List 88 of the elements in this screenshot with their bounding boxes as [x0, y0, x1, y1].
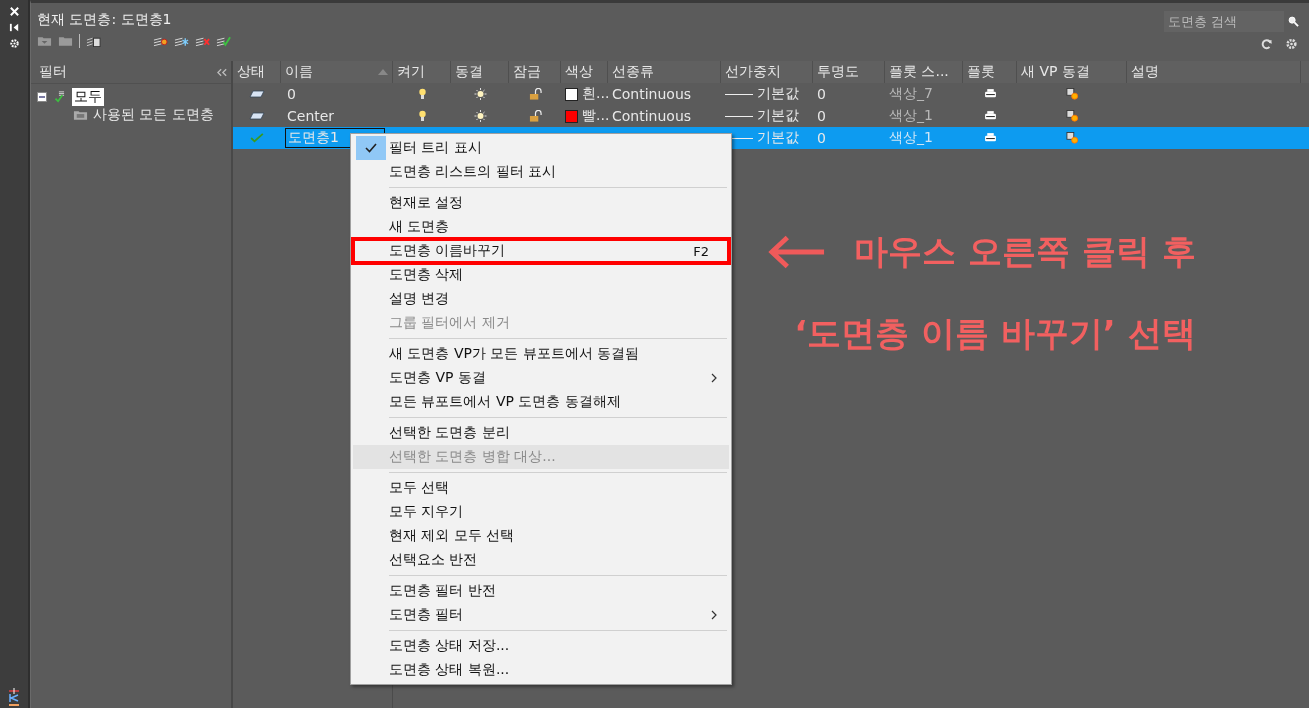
column-header[interactable]: 동결: [451, 61, 509, 83]
current-check-icon: [249, 133, 265, 143]
collapse-box-icon[interactable]: [37, 92, 47, 102]
printer-icon[interactable]: [983, 132, 997, 144]
new-vp-frozen-layer-icon[interactable]: [174, 35, 189, 47]
column-header[interactable]: 켜기: [393, 61, 451, 83]
sun-icon[interactable]: [473, 110, 487, 122]
column-header[interactable]: 플롯: [963, 61, 1017, 83]
annotation-text: ‘도면층 이름 바꾸기’ 선택: [794, 312, 1196, 355]
transparency-text[interactable]: 0: [817, 86, 826, 102]
delete-layer-icon[interactable]: [195, 35, 210, 47]
viewport-sun-icon[interactable]: [1065, 110, 1079, 122]
transparency-text[interactable]: 0: [817, 108, 826, 124]
menu-item[interactable]: 도면층 필터 반전: [353, 579, 729, 603]
column-header[interactable]: 플롯 스...: [885, 61, 963, 83]
linetype-text[interactable]: Continuous: [612, 108, 692, 124]
lineweight-text[interactable]: 기본값: [757, 107, 799, 125]
column-header[interactable]: 투명도: [813, 61, 885, 83]
sort-arrow-icon: [378, 69, 388, 75]
auto-hide-icon[interactable]: [8, 22, 20, 33]
annotation-text: 마우스 오른쪽 클릭 후: [854, 230, 1196, 273]
new-layer-icon[interactable]: [153, 35, 168, 47]
printer-icon[interactable]: [983, 88, 997, 100]
column-header[interactable]: 상태: [233, 61, 281, 83]
layer-row[interactable]: Center 빨... Continuous 기본값 0 색상_1: [233, 105, 1309, 127]
lineweight-line: [725, 115, 753, 117]
layer-name[interactable]: Center: [285, 108, 337, 124]
linetype-text[interactable]: Continuous: [612, 86, 692, 102]
folder-icon: [73, 109, 88, 121]
filter-panel-title: 필터: [39, 63, 67, 81]
menu-item[interactable]: 새 도면층: [353, 215, 729, 239]
search-icon[interactable]: [1288, 16, 1299, 27]
color-swatch[interactable]: [565, 109, 578, 123]
color-name: 흰...: [582, 85, 610, 103]
menu-item[interactable]: 도면층 삭제: [353, 263, 729, 287]
sun-icon[interactable]: [473, 88, 487, 100]
menu-item[interactable]: 도면층 상태 복원...: [353, 658, 729, 682]
menu-item[interactable]: 도면층 리스트의 필터 표시: [353, 160, 729, 184]
menu-item[interactable]: 도면층 이름바꾸기 F2: [353, 239, 729, 263]
menu-item[interactable]: 현재 제외 모두 선택: [353, 524, 729, 548]
tree-item[interactable]: 모두: [72, 88, 104, 106]
column-header[interactable]: 설명: [1127, 61, 1301, 83]
viewport-sun-icon[interactable]: [1065, 88, 1079, 100]
layer-icon: [249, 89, 265, 99]
layer-row[interactable]: 0 흰... Continuous 기본값 0 색상_7: [233, 83, 1309, 105]
menu-item[interactable]: 현재로 설정: [353, 191, 729, 215]
collapse-icon[interactable]: [217, 67, 227, 77]
column-header[interactable]: 색상: [561, 61, 608, 83]
layer-name[interactable]: 0: [285, 86, 298, 102]
menu-item[interactable]: 설명 변경: [353, 287, 729, 311]
menu-item[interactable]: 모든 뷰포트에서 VP 도면층 동결해제: [353, 390, 729, 414]
menu-item[interactable]: 모두 선택: [353, 476, 729, 500]
layer-states-icon[interactable]: [86, 35, 101, 47]
color-swatch[interactable]: [565, 87, 578, 101]
tree-item[interactable]: 사용된 모든 도면층: [91, 106, 216, 124]
check-icon: [356, 136, 386, 160]
plot-style-text: 색상_7: [889, 85, 933, 103]
layer-icon: [249, 111, 265, 121]
search-field[interactable]: 도면층 검색: [1164, 11, 1284, 32]
color-name: 빨...: [582, 107, 610, 125]
menu-item[interactable]: 모두 지우기: [353, 500, 729, 524]
lineweight-line: [725, 93, 753, 95]
menu-item[interactable]: 도면층 필터: [353, 603, 729, 627]
set-current-icon[interactable]: [216, 35, 231, 47]
menu-item[interactable]: 도면층 상태 저장...: [353, 634, 729, 658]
viewport-sun-icon[interactable]: [1065, 132, 1079, 144]
menu-item[interactable]: 도면층 VP 동결: [353, 366, 729, 390]
menu-item[interactable]: 선택한 도면층 분리: [353, 421, 729, 445]
settings-icon[interactable]: [8, 38, 20, 49]
lineweight-text[interactable]: 기본값: [757, 85, 799, 103]
lock-icon[interactable]: [528, 88, 542, 100]
column-header[interactable]: 선종류: [608, 61, 721, 83]
column-header[interactable]: 선가중치: [721, 61, 813, 83]
column-header[interactable]: 잠금: [509, 61, 561, 83]
printer-icon[interactable]: [983, 110, 997, 122]
column-header[interactable]: 이름: [281, 61, 393, 83]
settings-icon[interactable]: [1284, 38, 1299, 50]
current-layer-title: 현재 도면층: 도면층1: [37, 11, 172, 27]
refresh-icon[interactable]: [1259, 38, 1274, 50]
menu-item[interactable]: 선택요소 반전: [353, 548, 729, 572]
plot-style-text: 색상_1: [889, 107, 933, 125]
plot-style-text: 색상_1: [889, 129, 933, 147]
close-icon[interactable]: [8, 6, 20, 17]
layers-icon[interactable]: [8, 688, 20, 706]
column-header[interactable]: 새 VP 동결: [1017, 61, 1127, 83]
lock-icon[interactable]: [528, 110, 542, 122]
menu-item[interactable]: 새 도면층 VP가 모든 뷰포트에서 동결됨: [353, 342, 729, 366]
arrow-icon: [768, 234, 826, 270]
